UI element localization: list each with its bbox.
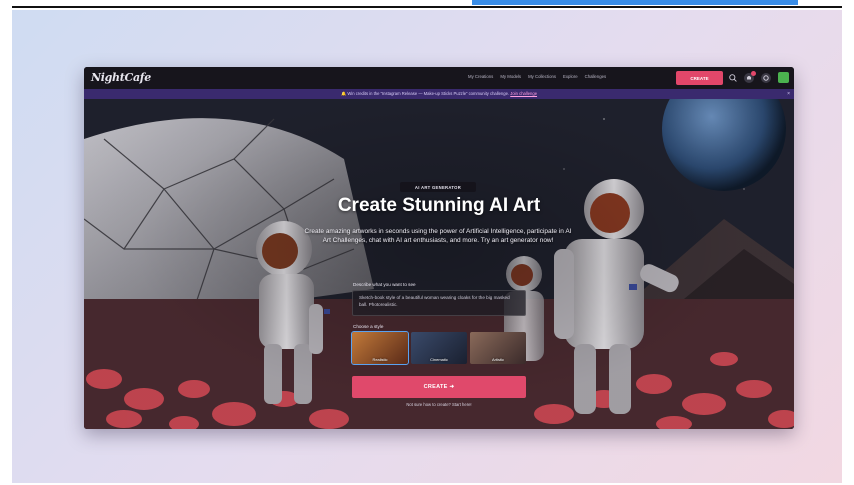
search-icon[interactable]	[728, 73, 738, 83]
settings-icon[interactable]	[761, 73, 771, 83]
banner-text: 🔔 Win credits in the “Instagram Release …	[340, 91, 510, 96]
nav-link-challenges[interactable]: Challenges	[585, 74, 607, 79]
banner-close-icon[interactable]: ×	[787, 89, 790, 99]
top-navbar: NightCafe My Creations My Models My Coll…	[84, 67, 794, 89]
nav-link-my-models[interactable]: My Models	[500, 74, 521, 79]
style-option-cinematic[interactable]: Cinematic	[411, 332, 467, 364]
nav-links: My Creations My Models My Collections Ex…	[468, 74, 606, 79]
app-window: NightCafe My Creations My Models My Coll…	[84, 67, 794, 429]
nav-link-explore[interactable]: Explore	[563, 74, 578, 79]
style-option-artistic[interactable]: Artistic	[470, 332, 526, 364]
hero-section: AI ART GENERATOR Create Stunning AI Art …	[84, 99, 794, 429]
app-logo[interactable]: NightCafe	[91, 71, 151, 84]
browser-tab-highlight	[472, 0, 798, 5]
announcement-banner: 🔔 Win credits in the “Instagram Release …	[84, 89, 794, 99]
hero-tag: AI ART GENERATOR	[400, 182, 476, 192]
banner-link[interactable]: Join challenge	[510, 91, 537, 96]
browser-top-border	[12, 6, 842, 8]
hero-subtitle: Create amazing artworks in seconds using…	[304, 228, 572, 244]
notification-badge	[751, 71, 756, 76]
style-label: Choose a style	[353, 324, 384, 329]
nav-create-button[interactable]: CREATE	[676, 71, 723, 85]
avatar[interactable]	[778, 72, 789, 83]
create-hint[interactable]: Not sure how to create? Start here!	[352, 402, 526, 407]
prompt-label: Describe what you want to see	[353, 282, 416, 287]
nav-link-my-collections[interactable]: My Collections	[528, 74, 556, 79]
hero-title: Create Stunning AI Art	[337, 195, 541, 216]
create-button[interactable]: CREATE ➜	[352, 376, 526, 398]
style-option-realistic[interactable]: Realistic	[351, 331, 409, 365]
style-picker: Realistic Cinematic Artistic	[351, 331, 526, 365]
nav-link-my-creations[interactable]: My Creations	[468, 74, 493, 79]
prompt-input[interactable]: Sketch-book style of a beautiful woman w…	[352, 290, 526, 316]
